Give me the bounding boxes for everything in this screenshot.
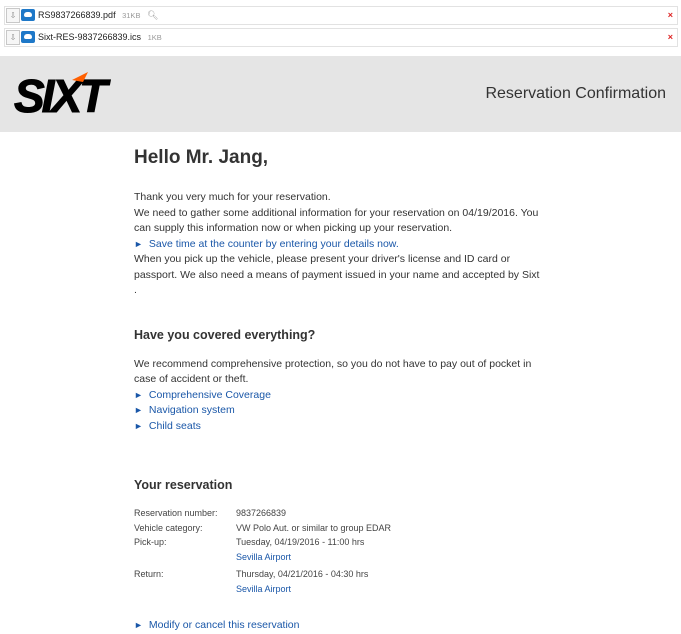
- child-seats-link[interactable]: ► Child seats: [134, 419, 544, 435]
- comprehensive-coverage-link[interactable]: ► Comprehensive Coverage: [134, 388, 544, 404]
- close-icon[interactable]: ×: [668, 32, 673, 42]
- pickup-row: Pick-up: Tuesday, 04/19/2016 - 11:00 hrs…: [134, 535, 544, 564]
- attachment-list: ⇩ RS9837266839.pdf 31KB 🔍︎ × ⇩ Sixt-RES-…: [4, 6, 678, 50]
- download-icon[interactable]: ⇩: [6, 30, 20, 45]
- intro-thanks: Thank you very much for your reservation…: [134, 191, 331, 203]
- page-title: Reservation Confirmation: [485, 85, 666, 102]
- play-arrow-icon: ►: [134, 238, 143, 249]
- attachment-size: 1KB: [147, 33, 162, 42]
- reservation-number-label: Reservation number:: [134, 508, 218, 518]
- comprehensive-coverage-label[interactable]: Comprehensive Coverage: [149, 389, 271, 401]
- vehicle-category-label: Vehicle category:: [134, 522, 203, 533]
- email-header: SIXT Reservation Confirmation: [0, 56, 681, 132]
- child-seats-label[interactable]: Child seats: [149, 420, 201, 432]
- coverage-text: We recommend comprehensive protection, s…: [134, 357, 532, 386]
- download-icon[interactable]: ⇩: [6, 8, 20, 23]
- pickup-value: Tuesday, 04/19/2016 - 11:00 hrs Sevilla …: [236, 535, 544, 564]
- attachment-name[interactable]: Sixt-RES-9837266839.ics 1KB: [38, 32, 162, 42]
- sixt-logo-text: SIXT: [14, 70, 111, 118]
- coverage-heading: Have you covered everything?: [134, 327, 316, 342]
- play-arrow-icon: ►: [134, 620, 143, 630]
- intro-info: We need to gather some additional inform…: [134, 206, 539, 235]
- navigation-system-link[interactable]: ► Navigation system: [134, 403, 544, 419]
- attachment-item[interactable]: ⇩ Sixt-RES-9837266839.ics 1KB ×: [4, 28, 678, 47]
- modify-reservation-label[interactable]: Modify or cancel this reservation: [149, 619, 300, 631]
- pickup-label: Pick-up:: [134, 537, 167, 547]
- play-arrow-icon: ►: [134, 389, 143, 400]
- cloud-file-icon: [21, 31, 35, 43]
- search-icon[interactable]: 🔍︎: [147, 10, 158, 20]
- email-body: Hello Mr. Jang, Thank you very much for …: [134, 147, 544, 634]
- attachment-size: 31KB: [122, 11, 141, 20]
- cloud-file-icon: [21, 9, 35, 21]
- close-icon[interactable]: ×: [668, 10, 673, 20]
- vehicle-category-row: Vehicle category: VW Polo Aut. or simila…: [134, 521, 544, 536]
- reservation-details: Reservation number: 9837266839 Vehicle c…: [134, 506, 544, 596]
- save-time-link-label[interactable]: Save time at the counter by entering you…: [149, 238, 399, 250]
- reservation-number-value: 9837266839: [236, 508, 287, 518]
- greeting-heading: Hello Mr. Jang,: [134, 147, 269, 168]
- sixt-logo: SIXT: [14, 70, 115, 118]
- attachment-name[interactable]: RS9837266839.pdf 31KB 🔍︎: [38, 10, 158, 21]
- return-value: Thursday, 04/21/2016 - 04:30 hrs Sevilla…: [236, 567, 544, 596]
- attachment-filename[interactable]: RS9837266839.pdf: [38, 10, 116, 20]
- reservation-number-row: Reservation number: 9837266839: [134, 506, 544, 521]
- return-label: Return:: [134, 569, 164, 579]
- attachment-filename[interactable]: Sixt-RES-9837266839.ics: [38, 32, 141, 42]
- pickup-location-link[interactable]: Sevilla Airport: [236, 552, 291, 562]
- navigation-system-label[interactable]: Navigation system: [149, 404, 235, 416]
- return-location-link[interactable]: Sevilla Airport: [236, 584, 291, 594]
- reservation-heading: Your reservation: [134, 478, 233, 492]
- modify-reservation-link[interactable]: ► Modify or cancel this reservation: [134, 618, 544, 634]
- vehicle-category-value: VW Polo Aut. or similar to group EDAR: [236, 522, 392, 533]
- play-arrow-icon: ►: [134, 420, 143, 431]
- pickup-date: Tuesday, 04/19/2016 - 11:00 hrs: [236, 537, 365, 547]
- intro-pickup-note: When you pick up the vehicle, please pre…: [134, 253, 540, 296]
- return-row: Return: Thursday, 04/21/2016 - 04:30 hrs…: [134, 567, 544, 596]
- play-arrow-icon: ►: [134, 405, 143, 415]
- attachment-item[interactable]: ⇩ RS9837266839.pdf 31KB 🔍︎ ×: [4, 6, 678, 25]
- return-date: Thursday, 04/21/2016 - 04:30 hrs: [236, 569, 369, 579]
- save-time-link[interactable]: ► Save time at the counter by entering yo…: [134, 237, 544, 253]
